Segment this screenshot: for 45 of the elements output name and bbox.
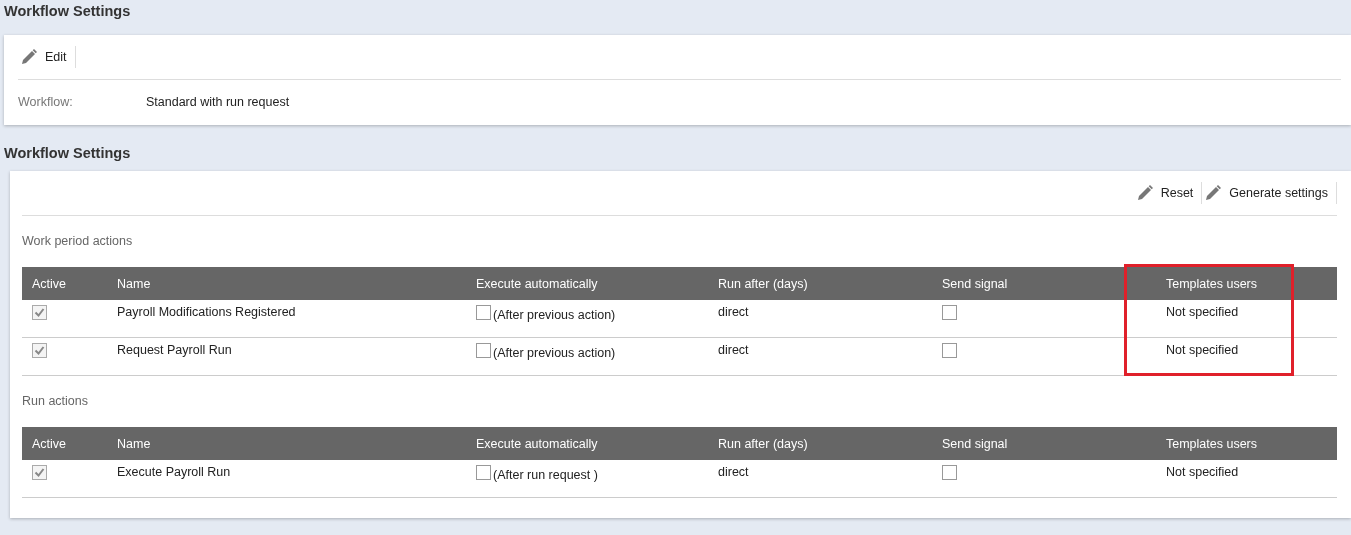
table-cell-text: direct <box>717 465 750 479</box>
table-cell: (After run request ) <box>493 468 598 482</box>
section-title: Workflow Settings <box>3 144 132 163</box>
field-label: Workflow: <box>18 95 74 109</box>
checkbox[interactable] <box>32 305 47 320</box>
table-cell-text: Not specified <box>1165 465 1240 479</box>
table-cell-text: Not specified <box>1165 343 1240 357</box>
column-header: Active <box>31 436 68 451</box>
checkbox[interactable] <box>32 465 47 480</box>
column-header: Send signal <box>941 276 1009 291</box>
edit-button[interactable]: Edit <box>18 46 76 68</box>
checkbox[interactable] <box>942 343 957 358</box>
table-cell-text: direct <box>717 343 750 357</box>
pencil-icon <box>1135 184 1154 202</box>
table-cell-text: Not specified <box>1165 305 1240 319</box>
group-title: Run actions <box>22 393 89 410</box>
checkbox[interactable] <box>476 305 491 320</box>
toolbar-button[interactable]: Reset <box>1133 182 1203 204</box>
pencil-icon <box>1204 184 1223 202</box>
column-header: Execute automatically <box>475 436 599 451</box>
checkbox[interactable] <box>476 465 491 480</box>
checkbox[interactable] <box>32 343 47 358</box>
column-header: Run after (days) <box>717 436 809 451</box>
table-cell: (After previous action) <box>493 308 616 322</box>
column-header: Templates users <box>1165 276 1258 291</box>
section-title: Workflow Settings <box>3 2 132 21</box>
column-header: Name <box>116 276 152 291</box>
column-header: Run after (days) <box>717 276 809 291</box>
toolbar-button[interactable]: Generate settings <box>1202 182 1337 204</box>
column-header: Templates users <box>1165 436 1258 451</box>
table-cell-text: Request Payroll Run <box>116 343 233 357</box>
pencil-icon <box>20 48 38 66</box>
checkbox[interactable] <box>476 343 491 358</box>
checkbox[interactable] <box>942 305 957 320</box>
table-cell-text: direct <box>717 305 750 319</box>
column-header: Active <box>31 276 68 291</box>
table-cell-text: Payroll Modifications Registered <box>116 305 297 319</box>
group-title: Work period actions <box>22 233 134 250</box>
table-cell-text: Execute Payroll Run <box>116 465 232 479</box>
column-header: Send signal <box>941 436 1009 451</box>
table-cell: (After previous action) <box>493 346 616 360</box>
field-value: Standard with run request <box>146 95 290 109</box>
checkbox[interactable] <box>942 465 957 480</box>
column-header: Execute automatically <box>475 276 599 291</box>
column-header: Name <box>116 436 152 451</box>
